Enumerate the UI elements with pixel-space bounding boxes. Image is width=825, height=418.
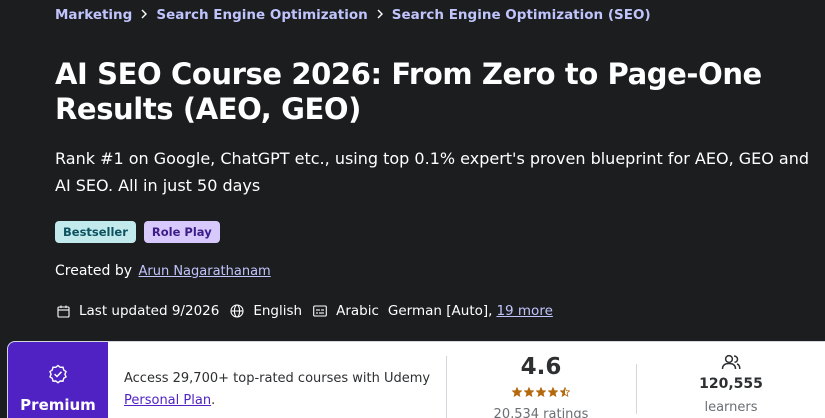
calendar-icon — [55, 303, 71, 319]
breadcrumb-link-seo[interactable]: Search Engine Optimization — [156, 7, 367, 23]
star-full-icon — [511, 382, 523, 401]
page-title: AI SEO Course 2026: From Zero to Page-On… — [55, 57, 762, 126]
created-by-label: Created by — [55, 263, 133, 279]
learners-summary: 120,555 learners — [638, 354, 824, 415]
more-languages-link[interactable]: 19 more — [496, 303, 552, 319]
premium-card: Premium Access 29,700+ top-rated courses… — [7, 341, 825, 418]
star-full-icon — [547, 382, 559, 401]
chevron-right-icon — [132, 9, 156, 22]
created-by: Created by Arun Nagarathanam — [55, 263, 271, 279]
captions-language: Arabic — [336, 303, 379, 319]
instructor-link[interactable]: Arun Nagarathanam — [138, 264, 270, 279]
breadcrumb-link-seo-topic[interactable]: Search Engine Optimization (SEO) — [392, 7, 651, 23]
premium-badge: Premium — [8, 342, 108, 418]
rating-value: 4.6 — [520, 354, 562, 380]
star-half-icon — [559, 382, 571, 401]
users-icon — [638, 354, 824, 370]
access-text: Access 29,700+ top-rated courses with Ud… — [124, 368, 434, 412]
badge-check-icon — [48, 364, 68, 388]
rating-summary[interactable]: 4.6 20,534 ratings — [448, 354, 634, 418]
premium-label: Premium — [20, 396, 96, 414]
personal-plan-link[interactable]: Personal Plan — [124, 393, 211, 408]
card-divider — [636, 364, 637, 414]
bestseller-badge: Bestseller — [55, 221, 136, 243]
star-full-icon — [535, 382, 547, 401]
card-divider — [446, 356, 447, 418]
breadcrumb: Marketing Search Engine Optimization Sea… — [55, 7, 651, 23]
learners-label: learners — [704, 400, 758, 415]
plan-suffix: . — [211, 393, 216, 408]
ratings-count: 20,534 ratings — [493, 407, 589, 418]
star-rating — [448, 382, 634, 401]
access-description: Access 29,700+ top-rated courses with Ud… — [124, 371, 431, 386]
captions-icon — [312, 303, 328, 319]
breadcrumb-link-marketing[interactable]: Marketing — [55, 7, 132, 23]
captions-more-languages: German [Auto], — [387, 303, 493, 319]
star-full-icon — [523, 382, 535, 401]
badge-group: Bestseller Role Play — [55, 221, 220, 243]
course-meta: Last updated 9/2026 English Arabic Germa… — [55, 303, 553, 319]
course-language: English — [253, 303, 303, 319]
course-subtitle: Rank #1 on Google, ChatGPT etc., using t… — [55, 149, 810, 195]
last-updated: Last updated 9/2026 — [79, 303, 220, 319]
role-play-badge: Role Play — [143, 221, 220, 243]
globe-icon — [229, 303, 245, 319]
chevron-right-icon — [368, 9, 392, 22]
learners-count: 120,555 — [699, 376, 763, 392]
